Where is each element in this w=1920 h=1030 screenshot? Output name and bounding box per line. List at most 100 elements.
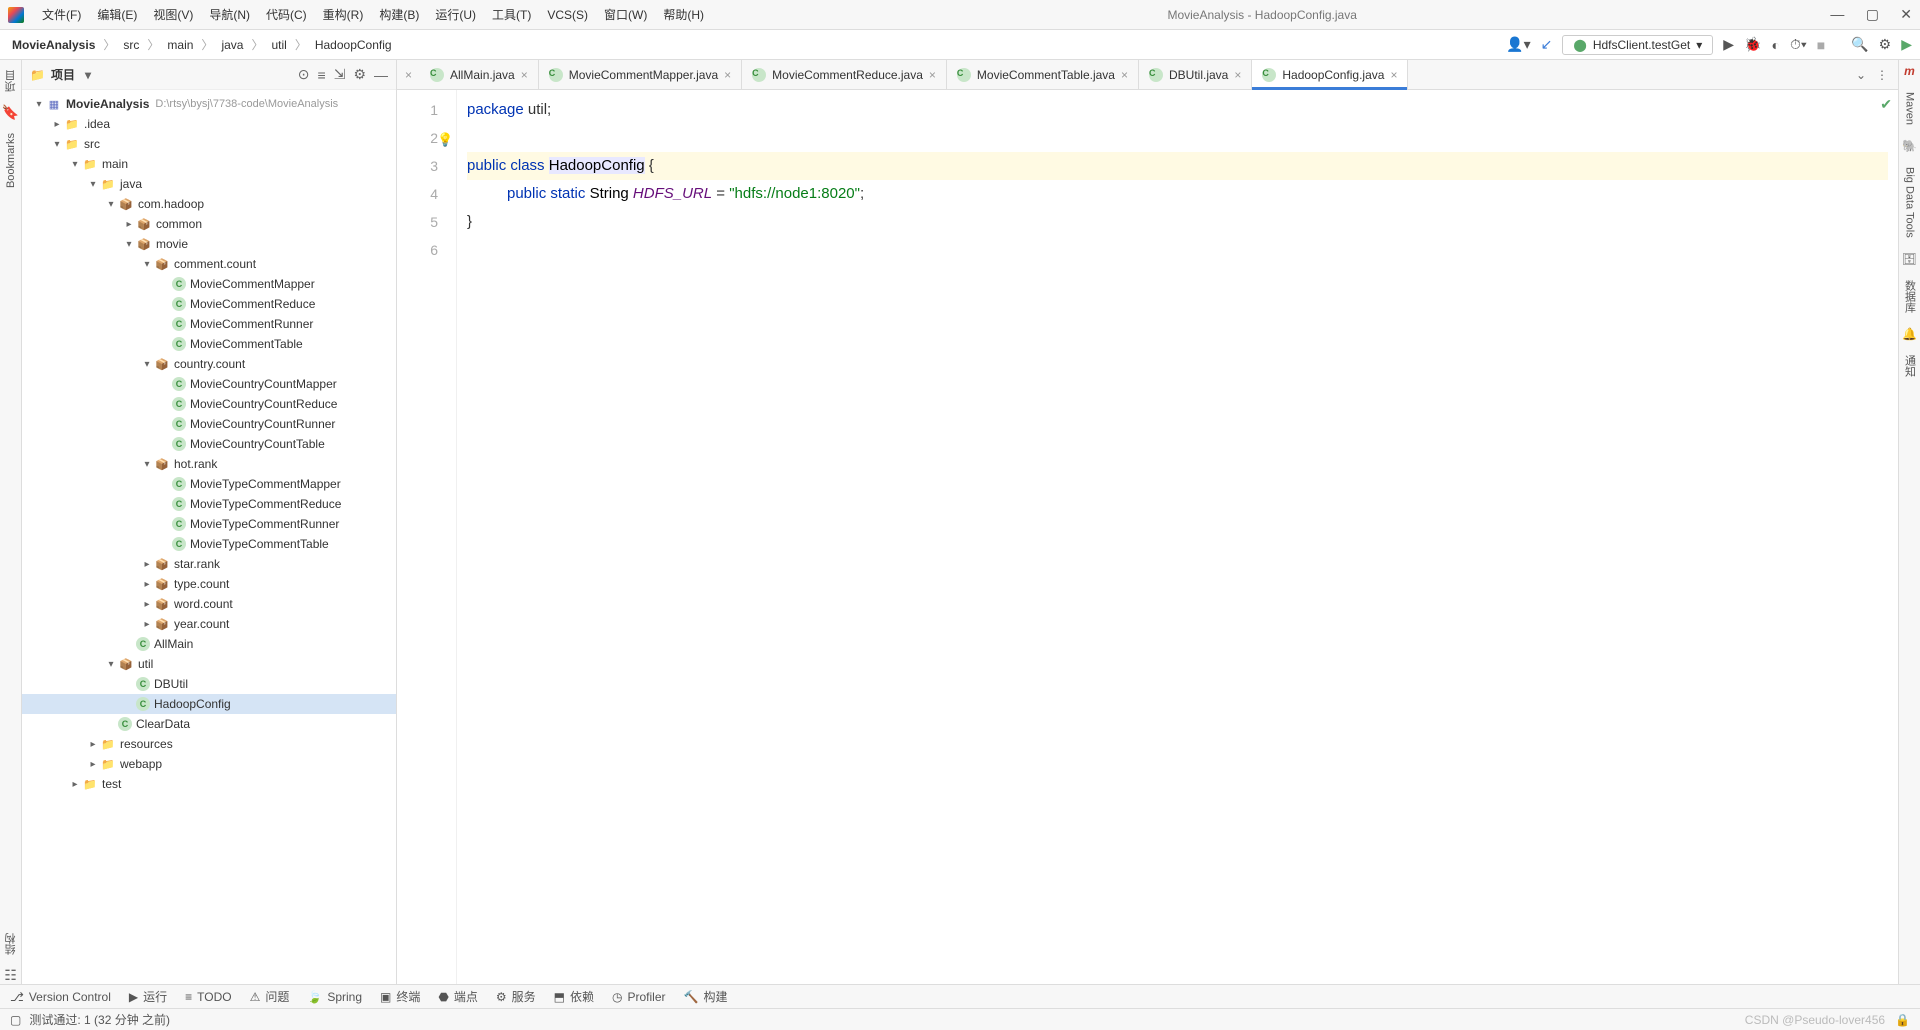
editor-tab[interactable]: CDBUtil.java× <box>1139 60 1252 89</box>
bottom-tab[interactable]: ◷Profiler <box>612 990 666 1004</box>
settings-icon[interactable]: ⚙ <box>1879 36 1892 53</box>
tree-arrow-icon[interactable]: ▾ <box>32 99 46 110</box>
tree-row[interactable]: CMovieCountryCountRunner <box>22 414 396 434</box>
tree-arrow-icon[interactable]: ▸ <box>140 559 154 570</box>
debug-icon[interactable]: 🐞 <box>1744 36 1761 53</box>
bookmarks-icon[interactable]: 🔖 <box>2 104 19 121</box>
menu-item[interactable]: 视图(V) <box>145 8 201 22</box>
tree-row[interactable]: ▾📦country.count <box>22 354 396 374</box>
select-opened-icon[interactable]: ⊙ <box>298 66 310 83</box>
tree-arrow-icon[interactable]: ▸ <box>68 779 82 790</box>
search-icon[interactable]: 🔍 <box>1851 36 1868 53</box>
tree-row[interactable]: CMovieCommentReduce <box>22 294 396 314</box>
tree-arrow-icon[interactable]: ▾ <box>104 659 118 670</box>
tab-close-icon[interactable]: × <box>929 68 936 82</box>
tree-row[interactable]: ▸📁test <box>22 774 396 794</box>
vcs-update-icon[interactable]: ↙ <box>1541 36 1553 53</box>
code-with-me-icon[interactable]: ▶ <box>1901 36 1912 53</box>
tree-row[interactable]: ▾📦hot.rank <box>22 454 396 474</box>
tree-row[interactable]: ▸📁webapp <box>22 754 396 774</box>
bottom-tab[interactable]: ⚠问题 <box>250 988 290 1005</box>
tree-row[interactable]: CMovieTypeCommentReduce <box>22 494 396 514</box>
menu-item[interactable]: 窗口(W) <box>596 8 655 22</box>
breadcrumb-item[interactable]: HadoopConfig <box>311 36 396 54</box>
editor-tab[interactable]: CMovieCommentTable.java× <box>947 60 1139 89</box>
inspection-ok-icon[interactable]: ✔ <box>1880 96 1892 113</box>
close-icon[interactable]: ✕ <box>1900 6 1912 22</box>
tree-row[interactable]: CMovieCommentMapper <box>22 274 396 294</box>
tree-row[interactable]: ▾▦MovieAnalysisD:\rtsy\bysj\7738-code\Mo… <box>22 94 396 114</box>
menu-item[interactable]: 工具(T) <box>484 8 539 22</box>
tree-row[interactable]: CHadoopConfig <box>22 694 396 714</box>
tree-arrow-icon[interactable]: ▸ <box>140 579 154 590</box>
tree-arrow-icon[interactable]: ▸ <box>122 219 136 230</box>
tree-row[interactable]: CAllMain <box>22 634 396 654</box>
tree-arrow-icon[interactable]: ▾ <box>50 139 64 150</box>
hide-icon[interactable]: — <box>374 67 388 83</box>
menu-item[interactable]: 帮助(H) <box>655 8 712 22</box>
menu-item[interactable]: 运行(U) <box>427 8 484 22</box>
tree-row[interactable]: CMovieCountryCountMapper <box>22 374 396 394</box>
tree-arrow-icon[interactable]: ▾ <box>68 159 82 170</box>
tree-row[interactable]: CMovieTypeCommentTable <box>22 534 396 554</box>
database-icon[interactable]: 🗄 <box>1902 252 1917 266</box>
tree-row[interactable]: CMovieCommentRunner <box>22 314 396 334</box>
tree-row[interactable]: ▾📦util <box>22 654 396 674</box>
bookmarks-tool-tab[interactable]: Bookmarks <box>3 127 19 194</box>
tree-row[interactable]: CDBUtil <box>22 674 396 694</box>
tree-row[interactable]: ▸📦star.rank <box>22 554 396 574</box>
breadcrumb-item[interactable]: util <box>267 36 290 54</box>
bottom-tab[interactable]: ▶运行 <box>129 988 167 1005</box>
menu-item[interactable]: 导航(N) <box>201 8 258 22</box>
bottom-tab[interactable]: 🔨构建 <box>684 988 728 1005</box>
notifications-icon[interactable]: 🔔 <box>1902 327 1917 341</box>
menu-item[interactable]: 编辑(E) <box>89 8 145 22</box>
tree-row[interactable]: ▸📦common <box>22 214 396 234</box>
breadcrumb-item[interactable]: src <box>119 36 143 54</box>
menu-item[interactable]: 代码(C) <box>258 8 315 22</box>
tree-arrow-icon[interactable]: ▾ <box>122 239 136 250</box>
coverage-icon[interactable]: ◐ <box>1771 37 1779 53</box>
menu-item[interactable]: 文件(F) <box>34 8 89 22</box>
tree-row[interactable]: ▸📦year.count <box>22 614 396 634</box>
tree-arrow-icon[interactable]: ▸ <box>86 739 100 750</box>
tree-arrow-icon[interactable]: ▾ <box>140 459 154 470</box>
tab-close-icon[interactable]: × <box>1234 68 1241 82</box>
breadcrumb-item[interactable]: main <box>163 36 197 54</box>
tree-row[interactable]: CMovieCommentTable <box>22 334 396 354</box>
bigdata-tool-tab[interactable]: Big Data Tools <box>1902 161 1918 244</box>
tree-arrow-icon[interactable]: ▾ <box>104 199 118 210</box>
editor-tab[interactable]: CHadoopConfig.java× <box>1252 60 1408 89</box>
database-tool-tab[interactable]: 数据库 <box>1900 274 1920 319</box>
tree-row[interactable]: ▾📁src <box>22 134 396 154</box>
tree-arrow-icon[interactable]: ▸ <box>140 619 154 630</box>
tree-row[interactable]: ▸📦word.count <box>22 594 396 614</box>
close-all-icon[interactable]: × <box>397 68 420 82</box>
editor-tab[interactable]: CMovieCommentReduce.java× <box>742 60 947 89</box>
tree-arrow-icon[interactable]: ▾ <box>140 359 154 370</box>
tab-close-icon[interactable]: × <box>521 68 528 82</box>
tree-arrow-icon[interactable]: ▸ <box>86 759 100 770</box>
tree-row[interactable]: ▸📦type.count <box>22 574 396 594</box>
collapse-all-icon[interactable]: ⇲ <box>334 66 346 83</box>
tree-row[interactable]: ▾📁main <box>22 154 396 174</box>
tab-close-icon[interactable]: × <box>1121 68 1128 82</box>
tree-row[interactable]: CClearData <box>22 714 396 734</box>
maven-icon[interactable]: m <box>1904 64 1915 78</box>
bottom-tab[interactable]: ⎇Version Control <box>10 990 111 1004</box>
tree-row[interactable]: ▾📁java <box>22 174 396 194</box>
tree-row[interactable]: ▸📁resources <box>22 734 396 754</box>
tab-close-icon[interactable]: × <box>724 68 731 82</box>
maven-tool-tab[interactable]: Maven <box>1902 86 1918 131</box>
project-tree[interactable]: ▾▦MovieAnalysisD:\rtsy\bysj\7738-code\Mo… <box>22 90 396 984</box>
tree-row[interactable]: CMovieCountryCountTable <box>22 434 396 454</box>
tree-row[interactable]: ▾📦com.hadoop <box>22 194 396 214</box>
lock-icon[interactable]: 🔒 <box>1895 1013 1910 1027</box>
breadcrumb-item[interactable]: MovieAnalysis <box>8 36 99 54</box>
notifications-tool-tab[interactable]: 通知 <box>1900 349 1920 383</box>
tab-close-icon[interactable]: × <box>1390 68 1397 82</box>
gear-icon[interactable]: ⚙ <box>353 66 366 83</box>
bigdata-icon[interactable]: 🐘 <box>1902 139 1917 153</box>
menu-item[interactable]: 重构(R) <box>315 8 372 22</box>
run-icon[interactable]: ▶ <box>1723 36 1734 53</box>
